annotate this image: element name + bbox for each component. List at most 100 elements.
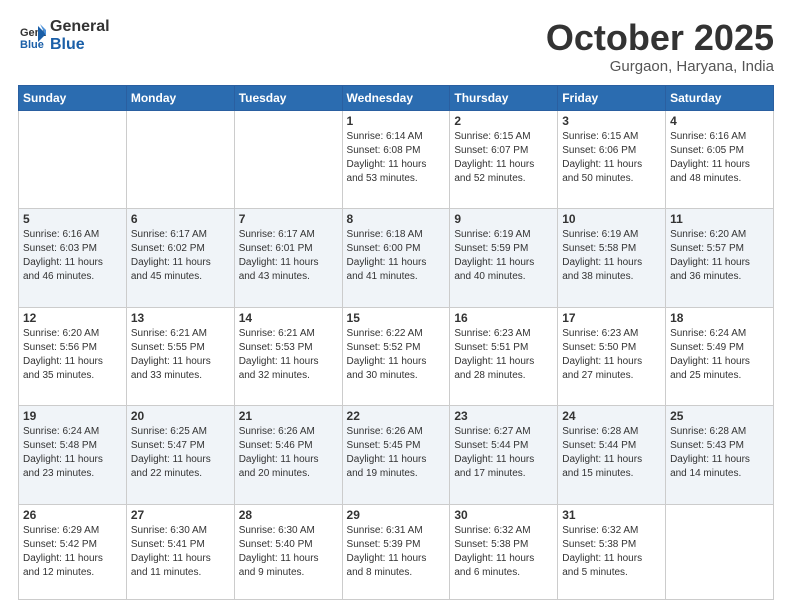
- calendar-cell: 14 Sunrise: 6:21 AM Sunset: 5:53 PM Dayli…: [234, 307, 342, 406]
- logo: General Blue General Blue: [18, 18, 110, 53]
- day-number: 19: [23, 409, 122, 423]
- cell-content: Sunrise: 6:16 AM Sunset: 6:03 PM Dayligh…: [23, 228, 122, 284]
- calendar-cell: 27Sunrise: 6:30 AM Sunset: 5:41 PM Dayli…: [126, 504, 234, 599]
- calendar-cell: 17 Sunrise: 6:23 AM Sunset: 5:50 PM Dayli…: [558, 307, 666, 406]
- weekday-header: Monday: [126, 85, 234, 110]
- calendar-cell: 9 Sunrise: 6:19 AM Sunset: 5:59 PM Daylig…: [450, 209, 558, 308]
- day-number: 17: [562, 311, 661, 325]
- calendar-cell: 24 Sunrise: 6:28 AM Sunset: 5:44 PM Dayli…: [558, 406, 666, 505]
- calendar-cell: 26Sunrise: 6:29 AM Sunset: 5:42 PM Dayli…: [19, 504, 127, 599]
- day-number: 16: [454, 311, 553, 325]
- month-title: October 2025: [546, 18, 774, 58]
- calendar-week-row: 5 Sunrise: 6:16 AM Sunset: 6:03 PM Daylig…: [19, 209, 774, 308]
- calendar-cell: 12 Sunrise: 6:20 AM Sunset: 5:56 PM Dayli…: [19, 307, 127, 406]
- cell-content: Sunrise: 6:30 AM Sunset: 5:40 PM Dayligh…: [239, 524, 338, 580]
- cell-content: Sunrise: 6:17 AM Sunset: 6:02 PM Dayligh…: [131, 228, 230, 284]
- day-number: 9: [454, 212, 553, 226]
- cell-content: Sunrise: 6:15 AM Sunset: 6:07 PM Dayligh…: [454, 130, 553, 186]
- calendar-table: SundayMondayTuesdayWednesdayThursdayFrid…: [18, 85, 774, 600]
- cell-content: Sunrise: 6:29 AM Sunset: 5:42 PM Dayligh…: [23, 524, 122, 580]
- cell-content: Sunrise: 6:26 AM Sunset: 5:45 PM Dayligh…: [347, 425, 446, 481]
- day-number: 10: [562, 212, 661, 226]
- calendar-cell: 11 Sunrise: 6:20 AM Sunset: 5:57 PM Dayli…: [666, 209, 774, 308]
- cell-content: Sunrise: 6:15 AM Sunset: 6:06 PM Dayligh…: [562, 130, 661, 186]
- calendar-cell: 21Sunrise: 6:26 AM Sunset: 5:46 PM Dayli…: [234, 406, 342, 505]
- calendar-week-row: 19 Sunrise: 6:24 AM Sunset: 5:48 PM Dayli…: [19, 406, 774, 505]
- cell-content: Sunrise: 6:23 AM Sunset: 5:50 PM Dayligh…: [562, 327, 661, 383]
- day-number: 13: [131, 311, 230, 325]
- page: General Blue General Blue October 2025 G…: [0, 0, 792, 612]
- cell-content: Sunrise: 6:21 AM Sunset: 5:55 PM Dayligh…: [131, 327, 230, 383]
- calendar-cell: 13 Sunrise: 6:21 AM Sunset: 5:55 PM Dayli…: [126, 307, 234, 406]
- calendar-cell: 22Sunrise: 6:26 AM Sunset: 5:45 PM Dayli…: [342, 406, 450, 505]
- cell-content: Sunrise: 6:19 AM Sunset: 5:58 PM Dayligh…: [562, 228, 661, 284]
- day-number: 27: [131, 508, 230, 522]
- logo-general: General: [50, 18, 110, 36]
- calendar-cell: 31Sunrise: 6:32 AM Sunset: 5:38 PM Dayli…: [558, 504, 666, 599]
- day-number: 24: [562, 409, 661, 423]
- day-number: 1: [347, 114, 446, 128]
- cell-content: Sunrise: 6:19 AM Sunset: 5:59 PM Dayligh…: [454, 228, 553, 284]
- calendar-cell: 25Sunrise: 6:28 AM Sunset: 5:43 PM Dayli…: [666, 406, 774, 505]
- day-number: 2: [454, 114, 553, 128]
- calendar-cell: 18Sunrise: 6:24 AM Sunset: 5:49 PM Dayli…: [666, 307, 774, 406]
- day-number: 20: [131, 409, 230, 423]
- calendar-cell: 15 Sunrise: 6:22 AM Sunset: 5:52 PM Dayli…: [342, 307, 450, 406]
- calendar-week-row: 26Sunrise: 6:29 AM Sunset: 5:42 PM Dayli…: [19, 504, 774, 599]
- calendar-week-row: 1 Sunrise: 6:14 AM Sunset: 6:08 PM Daylig…: [19, 110, 774, 209]
- day-number: 28: [239, 508, 338, 522]
- calendar-cell: 19 Sunrise: 6:24 AM Sunset: 5:48 PM Dayli…: [19, 406, 127, 505]
- weekday-header: Sunday: [19, 85, 127, 110]
- day-number: 11: [670, 212, 769, 226]
- day-number: 5: [23, 212, 122, 226]
- cell-content: Sunrise: 6:32 AM Sunset: 5:38 PM Dayligh…: [454, 524, 553, 580]
- calendar-cell: 3 Sunrise: 6:15 AM Sunset: 6:06 PM Daylig…: [558, 110, 666, 209]
- calendar-cell: 28 Sunrise: 6:30 AM Sunset: 5:40 PM Dayli…: [234, 504, 342, 599]
- calendar-cell: [666, 504, 774, 599]
- calendar-cell: 23 Sunrise: 6:27 AM Sunset: 5:44 PM Dayli…: [450, 406, 558, 505]
- day-number: 4: [670, 114, 769, 128]
- calendar-cell: 4 Sunrise: 6:16 AM Sunset: 6:05 PM Daylig…: [666, 110, 774, 209]
- calendar-cell: 6 Sunrise: 6:17 AM Sunset: 6:02 PM Daylig…: [126, 209, 234, 308]
- calendar-cell: 16 Sunrise: 6:23 AM Sunset: 5:51 PM Dayli…: [450, 307, 558, 406]
- day-number: 15: [347, 311, 446, 325]
- cell-content: Sunrise: 6:17 AM Sunset: 6:01 PM Dayligh…: [239, 228, 338, 284]
- day-number: 31: [562, 508, 661, 522]
- logo-blue: Blue: [50, 36, 110, 54]
- cell-content: Sunrise: 6:20 AM Sunset: 5:56 PM Dayligh…: [23, 327, 122, 383]
- calendar-cell: 8 Sunrise: 6:18 AM Sunset: 6:00 PM Daylig…: [342, 209, 450, 308]
- cell-content: Sunrise: 6:28 AM Sunset: 5:44 PM Dayligh…: [562, 425, 661, 481]
- weekday-header: Saturday: [666, 85, 774, 110]
- header: General Blue General Blue October 2025 G…: [18, 18, 774, 75]
- day-number: 23: [454, 409, 553, 423]
- day-number: 25: [670, 409, 769, 423]
- calendar-cell: 20Sunrise: 6:25 AM Sunset: 5:47 PM Dayli…: [126, 406, 234, 505]
- cell-content: Sunrise: 6:22 AM Sunset: 5:52 PM Dayligh…: [347, 327, 446, 383]
- cell-content: Sunrise: 6:24 AM Sunset: 5:48 PM Dayligh…: [23, 425, 122, 481]
- day-number: 14: [239, 311, 338, 325]
- day-number: 8: [347, 212, 446, 226]
- cell-content: Sunrise: 6:18 AM Sunset: 6:00 PM Dayligh…: [347, 228, 446, 284]
- day-number: 6: [131, 212, 230, 226]
- calendar-cell: 29Sunrise: 6:31 AM Sunset: 5:39 PM Dayli…: [342, 504, 450, 599]
- title-block: October 2025 Gurgaon, Haryana, India: [546, 18, 774, 75]
- weekday-header: Wednesday: [342, 85, 450, 110]
- calendar-cell: 1 Sunrise: 6:14 AM Sunset: 6:08 PM Daylig…: [342, 110, 450, 209]
- day-number: 12: [23, 311, 122, 325]
- logo-icon: General Blue: [18, 22, 46, 50]
- cell-content: Sunrise: 6:20 AM Sunset: 5:57 PM Dayligh…: [670, 228, 769, 284]
- cell-content: Sunrise: 6:14 AM Sunset: 6:08 PM Dayligh…: [347, 130, 446, 186]
- day-number: 7: [239, 212, 338, 226]
- cell-content: Sunrise: 6:23 AM Sunset: 5:51 PM Dayligh…: [454, 327, 553, 383]
- day-number: 21: [239, 409, 338, 423]
- cell-content: Sunrise: 6:27 AM Sunset: 5:44 PM Dayligh…: [454, 425, 553, 481]
- location-subtitle: Gurgaon, Haryana, India: [546, 58, 774, 75]
- calendar-cell: [126, 110, 234, 209]
- cell-content: Sunrise: 6:21 AM Sunset: 5:53 PM Dayligh…: [239, 327, 338, 383]
- day-number: 3: [562, 114, 661, 128]
- day-number: 18: [670, 311, 769, 325]
- cell-content: Sunrise: 6:16 AM Sunset: 6:05 PM Dayligh…: [670, 130, 769, 186]
- weekday-header: Friday: [558, 85, 666, 110]
- calendar-cell: [19, 110, 127, 209]
- cell-content: Sunrise: 6:31 AM Sunset: 5:39 PM Dayligh…: [347, 524, 446, 580]
